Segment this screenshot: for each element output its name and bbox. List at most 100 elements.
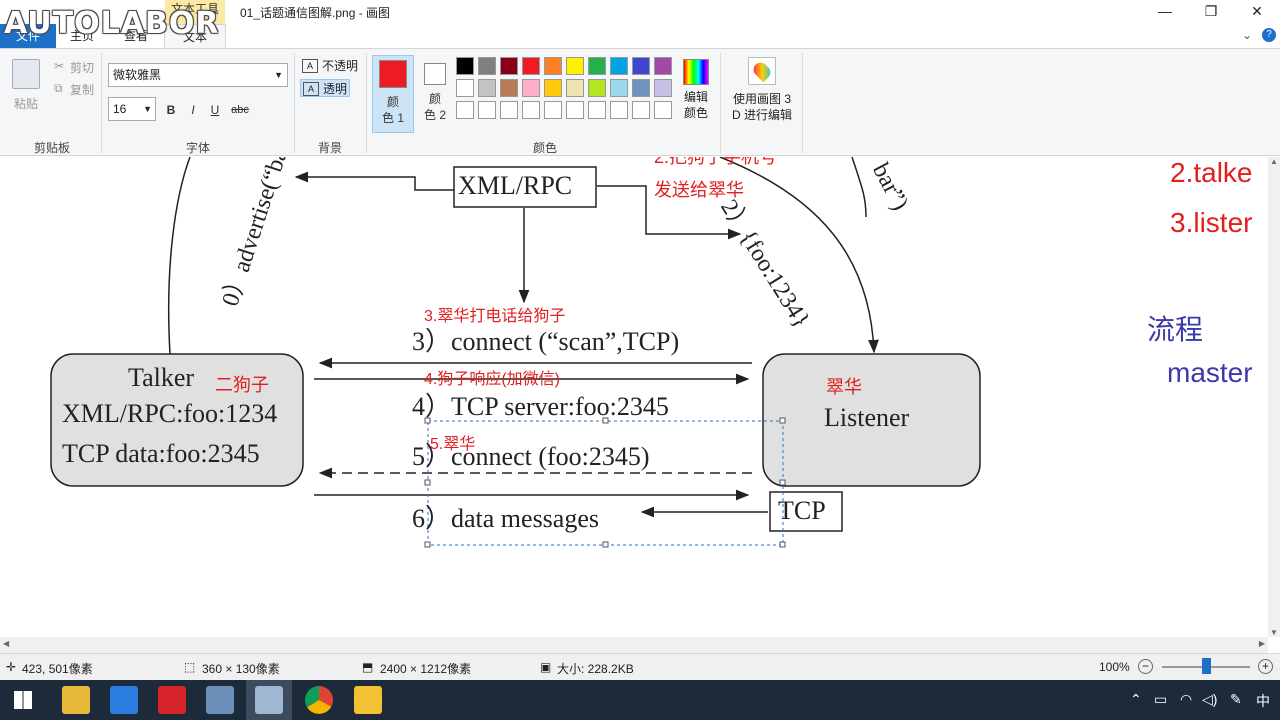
windows-start-icon[interactable] <box>14 691 32 709</box>
color2-label-b: 色 2 <box>423 108 446 122</box>
separator <box>294 53 295 153</box>
file-size: 大小: 228.2KB <box>557 662 634 676</box>
ime-indicator[interactable]: 中 <box>1256 691 1270 711</box>
close-button[interactable]: ✕ <box>1234 0 1280 24</box>
image-size: 2400 × 1212像素 <box>380 662 472 676</box>
maximize-button[interactable]: ❐ <box>1188 0 1234 24</box>
palette-swatch[interactable] <box>544 101 562 119</box>
pen-icon[interactable]: ✎ <box>1230 691 1242 708</box>
palette-swatch[interactable] <box>522 57 540 75</box>
palette-swatch[interactable] <box>588 57 606 75</box>
cut-button[interactable]: 剪切 <box>70 59 94 76</box>
palette-swatch[interactable] <box>654 57 672 75</box>
palette-swatch[interactable] <box>566 79 584 97</box>
palette-swatch[interactable] <box>478 57 496 75</box>
paint3d-button[interactable]: 使用画图 3 D 进行编辑 <box>728 55 796 123</box>
font-family-select[interactable]: 微软雅黑 ▼ <box>108 63 288 87</box>
sublime-icon[interactable] <box>354 686 382 714</box>
cursor-position: 423, 501像素 <box>22 662 93 676</box>
vertical-scrollbar[interactable]: ▲ ▼ <box>1268 157 1280 637</box>
tcp-label: TCP <box>778 496 826 525</box>
zoom-slider-thumb[interactable] <box>1202 658 1211 674</box>
selection-size: 360 × 130像素 <box>202 662 280 676</box>
collapse-ribbon-icon[interactable]: ⌄ <box>1242 28 1252 42</box>
palette-swatch[interactable] <box>544 57 562 75</box>
italic-button[interactable]: I <box>184 101 202 119</box>
palette-swatch[interactable] <box>654 79 672 97</box>
palette-swatch[interactable] <box>478 79 496 97</box>
feishu-icon[interactable] <box>110 686 138 714</box>
paste-button[interactable]: 粘贴 <box>14 95 38 112</box>
watermark-logo: AUTOLABOR <box>4 6 220 41</box>
annotation-talker: 二狗子 <box>215 375 269 395</box>
palette-swatch[interactable] <box>610 79 628 97</box>
edit-colors-icon <box>683 59 709 85</box>
volume-icon[interactable]: ◁) <box>1202 691 1217 708</box>
zoom-out-button[interactable]: − <box>1138 659 1153 674</box>
separator <box>802 53 803 153</box>
annotation-step5: 5.翠华 <box>430 436 476 453</box>
battery-icon[interactable]: ▭ <box>1154 691 1167 708</box>
palette-swatch[interactable] <box>522 101 540 119</box>
paint-app-icon[interactable] <box>206 686 234 714</box>
side-note-process: 流程 <box>1147 314 1204 345</box>
palette-swatch[interactable] <box>610 57 628 75</box>
palette-swatch[interactable] <box>500 101 518 119</box>
bold-button[interactable]: B <box>162 101 180 119</box>
paste-icon[interactable] <box>12 59 40 89</box>
palette-swatch[interactable] <box>544 79 562 97</box>
scroll-left-icon[interactable]: ◀ <box>3 639 9 648</box>
palette-swatch[interactable] <box>522 79 540 97</box>
annotation-step3: 3.翠华打电话给狗子 <box>424 308 566 325</box>
image-size-icon: ⬒ <box>362 660 374 674</box>
palette-swatch[interactable] <box>566 57 584 75</box>
palette-swatch[interactable] <box>610 101 628 119</box>
palette-swatch[interactable] <box>632 101 650 119</box>
help-icon[interactable]: ? <box>1262 28 1276 42</box>
subscribe-curve-2 <box>851 157 867 218</box>
color1-label-a: 颜 <box>386 95 399 109</box>
selection-icon: ⬚ <box>184 660 196 674</box>
transparent-option[interactable]: A 透明 <box>300 79 350 97</box>
scroll-down-icon[interactable]: ▼ <box>1270 628 1278 637</box>
palette-swatch[interactable] <box>632 57 650 75</box>
copy-button[interactable]: 复制 <box>70 81 94 98</box>
chrome-icon[interactable] <box>305 686 333 714</box>
strikethrough-button[interactable]: abc <box>228 101 252 119</box>
step3-label: 3）connect (“scan”,TCP) <box>412 327 680 356</box>
tray-chevron-icon[interactable]: ⌃ <box>1130 691 1142 708</box>
color1-button[interactable]: 颜 色 1 <box>372 55 414 133</box>
palette-swatch[interactable] <box>566 101 584 119</box>
palette-swatch[interactable] <box>588 79 606 97</box>
font-size-select[interactable]: 16 ▼ <box>108 97 156 121</box>
status-bar: ✛ 423, 501像素 ⬚ 360 × 130像素 ⬒ 2400 × 1212… <box>0 653 1280 680</box>
paint-icon[interactable] <box>255 686 283 714</box>
paint3d-icon <box>748 57 776 85</box>
edit-colors-button[interactable]: 编辑 颜色 <box>680 55 712 121</box>
underline-button[interactable]: U <box>206 101 224 119</box>
opaque-option[interactable]: A 不透明 <box>300 57 358 75</box>
wifi-icon[interactable]: ◠ <box>1180 691 1192 708</box>
palette-swatch[interactable] <box>654 101 672 119</box>
paint3d-label-b: D 进行编辑 <box>731 108 792 122</box>
palette-swatch[interactable] <box>500 57 518 75</box>
disk-icon: ▣ <box>540 660 552 674</box>
minimize-button[interactable]: — <box>1142 0 1188 24</box>
horizontal-scrollbar[interactable]: ◀ ▶ <box>0 637 1268 653</box>
palette-swatch[interactable] <box>632 79 650 97</box>
edit-colors-label-b: 颜色 <box>683 106 708 120</box>
palette-swatch[interactable] <box>456 57 474 75</box>
canvas[interactable]: XML/RPC Talker XML/RPC:foo:1234 TCP data… <box>0 157 1268 637</box>
file-explorer-icon[interactable] <box>62 686 90 714</box>
scroll-up-icon[interactable]: ▲ <box>1270 157 1278 166</box>
palette-swatch[interactable] <box>456 79 474 97</box>
palette-swatch[interactable] <box>456 101 474 119</box>
zoom-in-button[interactable]: + <box>1258 659 1273 674</box>
font-family-value: 微软雅黑 <box>113 68 162 82</box>
youdao-icon[interactable] <box>158 686 186 714</box>
palette-swatch[interactable] <box>588 101 606 119</box>
scroll-right-icon[interactable]: ▶ <box>1259 639 1265 648</box>
color2-button[interactable]: 颜 色 2 <box>414 55 456 133</box>
palette-swatch[interactable] <box>500 79 518 97</box>
palette-swatch[interactable] <box>478 101 496 119</box>
